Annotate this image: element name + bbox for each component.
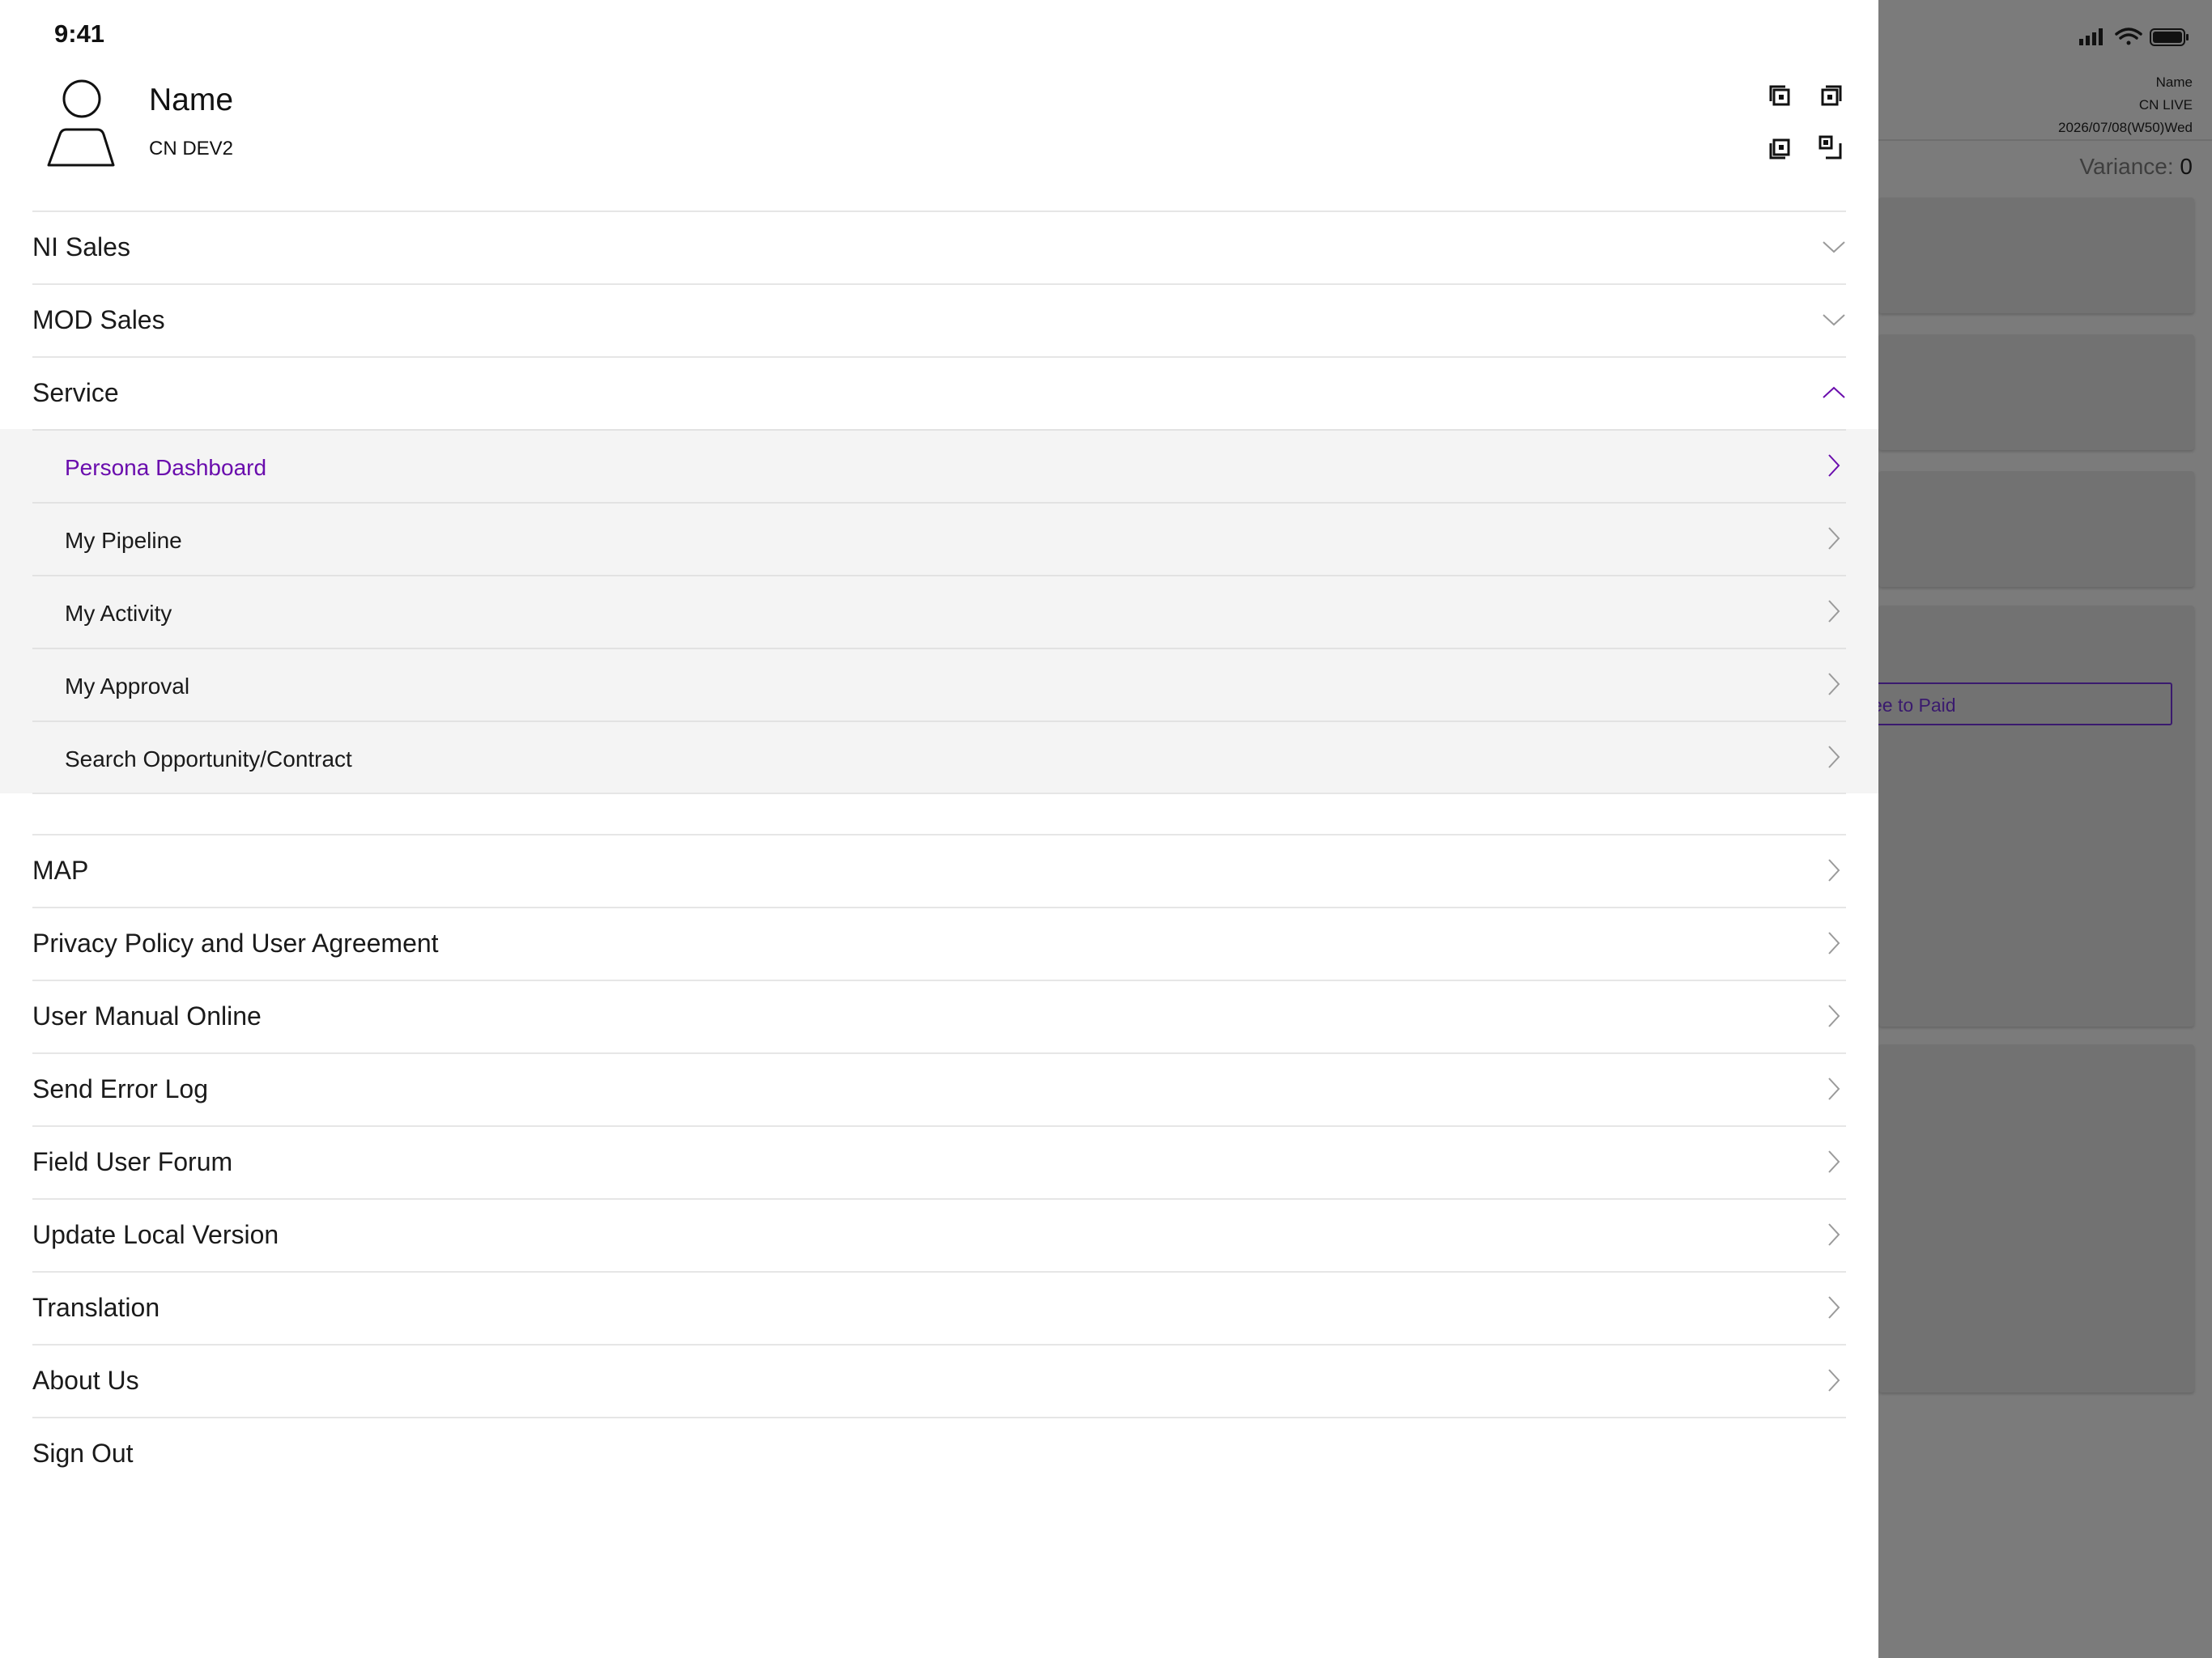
chevron-right-icon xyxy=(1828,600,1840,623)
menu-item-update-local-version[interactable]: Update Local Version xyxy=(32,1198,1846,1270)
menu-item-user-manual[interactable]: User Manual Online xyxy=(32,980,1846,1052)
submenu-item-my-activity[interactable]: My Activity xyxy=(32,575,1846,648)
background-user-name: Name xyxy=(2155,74,2193,90)
background-card xyxy=(1878,198,2194,313)
battery-icon xyxy=(2150,28,2189,46)
submenu-item-label: My Approval xyxy=(65,674,190,699)
menu-item-label: Privacy Policy and User Agreement xyxy=(32,929,439,958)
chevron-right-icon xyxy=(1828,527,1840,550)
menu-item-privacy-policy[interactable]: Privacy Policy and User Agreement xyxy=(32,907,1846,979)
variance-label: Variance: xyxy=(2079,154,2174,179)
background-date: 2026/07/08(W50)Wed xyxy=(2057,120,2193,135)
menu-section-label: Service xyxy=(32,378,119,407)
chevron-down-icon xyxy=(1823,314,1845,326)
menu-section-mod-sales[interactable]: MOD Sales xyxy=(32,283,1846,355)
background-variance: Variance: 0 xyxy=(2079,154,2193,180)
submenu-item-my-approval[interactable]: My Approval xyxy=(32,648,1846,721)
chevron-right-icon xyxy=(1828,1369,1840,1392)
profile-environment: CN DEV2 xyxy=(149,138,234,159)
status-time: 9:41 xyxy=(54,19,105,48)
background-card xyxy=(1878,606,2194,1027)
menu-item-label: About Us xyxy=(32,1366,139,1395)
menu-item-label: Update Local Version xyxy=(32,1220,279,1249)
chevron-right-icon xyxy=(1828,1005,1840,1027)
menu-item-label: Translation xyxy=(32,1293,160,1322)
submenu-item-label: My Pipeline xyxy=(65,528,182,553)
background-header-divider xyxy=(1878,139,2212,141)
chevron-right-icon xyxy=(1828,1223,1840,1246)
wifi-icon xyxy=(2115,28,2142,45)
chevron-right-icon xyxy=(1828,746,1840,768)
menu-item-label: Field User Forum xyxy=(32,1147,233,1176)
menu-section-ni-sales[interactable]: NI Sales xyxy=(32,210,1846,283)
menu-section-service[interactable]: Service xyxy=(32,356,1846,428)
menu-item-map[interactable]: MAP xyxy=(32,834,1846,906)
menu-section-label: MOD Sales xyxy=(32,305,165,334)
menu-item-label: Send Error Log xyxy=(32,1074,209,1103)
menu-item-about-us[interactable]: About Us xyxy=(32,1344,1846,1416)
chevron-right-icon xyxy=(1828,454,1840,477)
menu-item-label: MAP xyxy=(32,856,89,885)
chevron-right-icon xyxy=(1828,1150,1840,1173)
variance-value: 0 xyxy=(2180,154,2193,179)
chevron-right-icon xyxy=(1828,1296,1840,1319)
submenu-item-persona-dashboard[interactable]: Persona Dashboard xyxy=(32,429,1846,502)
chevron-up-icon xyxy=(1823,386,1845,398)
status-bar-icons xyxy=(2079,28,2189,46)
submenu-item-label: My Activity xyxy=(65,601,172,626)
chevron-right-icon xyxy=(1828,1078,1840,1100)
profile-name: Name xyxy=(149,83,234,117)
chevron-right-icon xyxy=(1828,859,1840,882)
chevron-right-icon xyxy=(1828,673,1840,695)
menu-section-label: NI Sales xyxy=(32,232,130,261)
submenu-item-search-opportunity-contract[interactable]: Search Opportunity/Contract xyxy=(32,721,1846,793)
submenu-item-my-pipeline[interactable]: My Pipeline xyxy=(32,502,1846,575)
menu-item-send-error-log[interactable]: Send Error Log xyxy=(32,1052,1846,1124)
background-card xyxy=(1878,1044,2194,1392)
chevron-right-icon xyxy=(1828,932,1840,954)
background-header-info: Name CN LIVE 2026/07/08(W50)Wed xyxy=(2058,71,2193,139)
menu-item-label: Sign Out xyxy=(32,1439,134,1468)
background-environment: CN LIVE xyxy=(2138,97,2193,113)
menu-item-sign-out[interactable]: Sign Out xyxy=(32,1417,1846,1489)
qr-code-scan-icon[interactable] xyxy=(1769,85,1842,159)
side-menu-drawer: 9:41 Name CN DEV2 NI Sales MOD Sales Ser… xyxy=(0,0,1878,1658)
background-action-button: ee to Paid xyxy=(1846,682,2172,725)
submenu-item-label: Search Opportunity/Contract xyxy=(65,746,352,772)
background-card xyxy=(1878,334,2194,450)
chevron-down-icon xyxy=(1823,241,1845,253)
menu-item-translation[interactable]: Translation xyxy=(32,1271,1846,1343)
submenu-item-label: Persona Dashboard xyxy=(65,455,267,480)
submenu-divider xyxy=(32,793,1846,794)
person-icon xyxy=(47,79,115,167)
menu-item-label: User Manual Online xyxy=(32,1001,262,1031)
background-card xyxy=(1878,471,2194,587)
menu-item-field-user-forum[interactable]: Field User Forum xyxy=(32,1125,1846,1197)
signal-icon xyxy=(2079,28,2103,45)
